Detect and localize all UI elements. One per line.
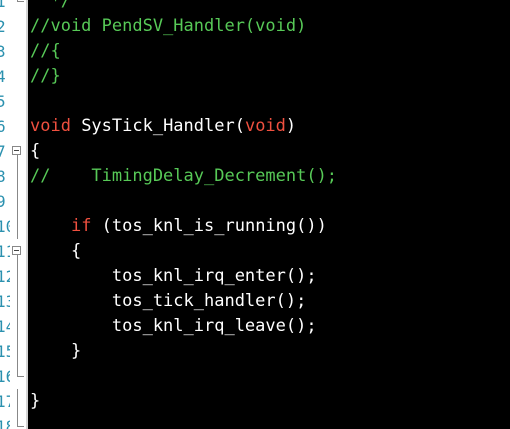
fold-empty (12, 89, 26, 114)
line-number: 8 (0, 167, 6, 186)
code-line[interactable]: 13 tos_tick_handler(); (0, 289, 510, 314)
line-number: 13 (0, 292, 10, 311)
code-line[interactable]: 18 (0, 414, 510, 429)
code-text[interactable]: void SysTick_Handler(void) (30, 114, 296, 139)
plain-token: tos_knl_irq_enter(); (30, 266, 317, 286)
line-number: 17 (0, 392, 10, 411)
comment-token: //void PendSV_Handler(void) (30, 16, 307, 36)
code-line[interactable]: 4 //} (0, 64, 510, 89)
plain-token: ) (285, 116, 297, 136)
line-number: 6 (0, 117, 6, 136)
fold-end-icon (12, 364, 26, 389)
line-number: 11 (0, 242, 10, 261)
fold-line-icon (12, 389, 26, 414)
line-number: 16 (0, 367, 10, 386)
code-text[interactable]: tos_tick_handler(); (30, 289, 306, 314)
code-line[interactable]: 16 (0, 364, 510, 389)
code-line[interactable]: 6 void SysTick_Handler(void) (0, 114, 510, 139)
line-number: 12 (0, 267, 10, 286)
code-line[interactable]: 17} (0, 389, 510, 414)
code-text[interactable]: { (30, 239, 81, 264)
line-number: 2 (0, 17, 6, 36)
fold-end-icon (12, 0, 26, 14)
plain-token: } (30, 391, 41, 411)
plain-token: (tos_knl_is_running()) (91, 216, 327, 236)
code-line[interactable]: 5 (0, 89, 510, 114)
code-text[interactable]: } (30, 389, 40, 414)
line-number: 4 (0, 67, 6, 86)
plain-token: { (30, 241, 82, 261)
code-editor[interactable]: 1 */ 2 //void PendSV_Handler(void) 3 //{ 4 //}… (0, 0, 510, 429)
plain-token: tos_tick_handler(); (30, 291, 307, 311)
code-line[interactable]: 1 */ (0, 0, 510, 14)
comment-token: // TimingDelay_Decrement(); (30, 166, 338, 186)
fold-empty (12, 114, 26, 139)
comment-token: //{ (30, 41, 61, 61)
line-number: 3 (0, 42, 6, 61)
code-text[interactable]: //{ (30, 39, 61, 64)
code-line[interactable]: 8 // TimingDelay_Decrement(); (0, 164, 510, 189)
line-number: 10 (0, 217, 10, 236)
code-text[interactable]: tos_knl_irq_leave(); (30, 314, 317, 339)
line-number: 9 (0, 192, 6, 211)
code-text[interactable]: } (30, 339, 81, 364)
code-line[interactable]: 14 tos_knl_irq_leave(); (0, 314, 510, 339)
fold-empty (12, 64, 26, 89)
code-text[interactable]: tos_knl_irq_enter(); (30, 264, 317, 289)
fold-line-icon (12, 264, 26, 289)
code-text[interactable]: */ (30, 0, 71, 14)
code-text[interactable]: { (30, 139, 40, 164)
code-line[interactable]: 3 //{ (0, 39, 510, 64)
code-line[interactable]: 11 { (0, 239, 510, 264)
line-number: 1 (0, 0, 6, 11)
code-text[interactable]: //} (30, 64, 61, 89)
plain-token: { (30, 141, 41, 161)
line-number: 18 (0, 417, 10, 429)
fold-line-icon (12, 164, 26, 189)
plain-token: tos_knl_irq_leave(); (30, 316, 317, 336)
code-line[interactable]: 12 tos_knl_irq_enter(); (0, 264, 510, 289)
code-line[interactable]: 15 } (0, 339, 510, 364)
fold-line-icon (12, 289, 26, 314)
keyword-token: if (70, 216, 92, 236)
code-line[interactable]: 2 //void PendSV_Handler(void) (0, 14, 510, 39)
code-text[interactable]: //void PendSV_Handler(void) (30, 14, 306, 39)
code-text[interactable]: // TimingDelay_Decrement(); (30, 164, 337, 189)
code-text[interactable]: if (tos_knl_is_running()) (30, 214, 327, 239)
fold-end-icon (12, 414, 26, 429)
fold-toggle-icon[interactable] (12, 139, 26, 164)
fold-empty (12, 14, 26, 39)
line-number: 5 (0, 92, 6, 111)
line-number: 14 (0, 317, 10, 336)
keyword-token: void (244, 116, 286, 136)
fold-line-icon (12, 214, 26, 239)
line-number: 7 (0, 142, 6, 161)
comment-token: //} (30, 66, 61, 86)
fold-line-icon (12, 314, 26, 339)
line-number: 15 (0, 342, 10, 361)
plain-token: } (30, 341, 82, 361)
comment-token: */ (30, 0, 71, 11)
plain-token: SysTick_Handler( (70, 116, 245, 136)
code-line[interactable]: 7{ (0, 139, 510, 164)
code-line[interactable]: 9 (0, 189, 510, 214)
keyword-token: void (30, 116, 71, 136)
fold-empty (12, 39, 26, 64)
fold-line-icon (12, 339, 26, 364)
fold-toggle-icon[interactable] (12, 239, 26, 264)
fold-line-icon (12, 189, 26, 214)
code-line[interactable]: 10 if (tos_knl_is_running()) (0, 214, 510, 239)
